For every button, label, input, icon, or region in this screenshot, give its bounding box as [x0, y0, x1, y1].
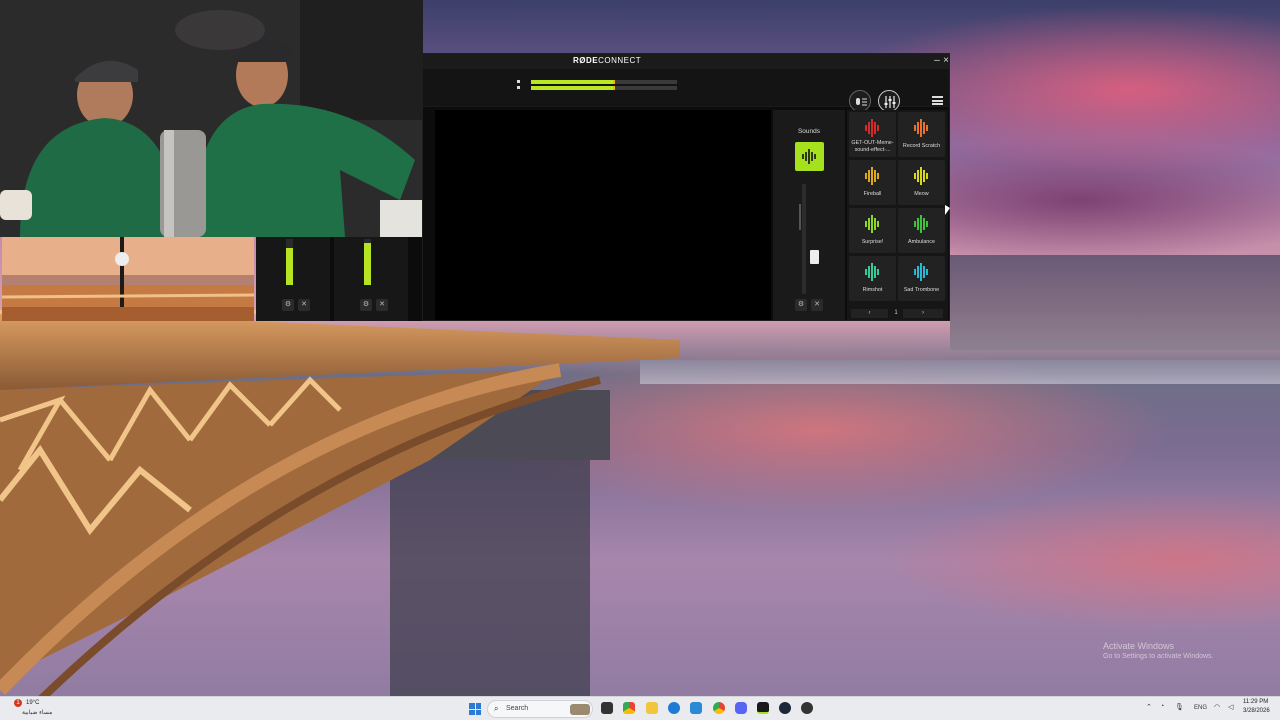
search-placeholder: Search [506, 705, 529, 712]
gear-icon: ⚙ [797, 301, 805, 308]
next-page-button[interactable]: › [903, 309, 943, 318]
waveform-icon [914, 119, 928, 137]
channel-strip-2: ⚙ ✕ [334, 237, 408, 321]
app-icon[interactable] [690, 702, 702, 714]
channel-strip-1: ⚙ ✕ [256, 237, 330, 321]
discord-icon[interactable] [735, 702, 747, 714]
rode-main-area: Sounds ⚙ ✕ GET-OUT-Meme-sound-effect-...… [423, 108, 951, 322]
sound-pad-label: Rimshot [862, 287, 883, 293]
sound-pad-label: GET-OUT-Meme-sound-effect-... [851, 140, 894, 153]
waveform-icon [802, 149, 816, 164]
waveform-icon [865, 263, 879, 281]
sound-pad-label: Ambulance [908, 239, 935, 245]
sound-pad-2[interactable]: Record Scratch [898, 112, 945, 157]
edge-icon[interactable] [668, 702, 680, 714]
sound-pad-label: Fireball [863, 191, 882, 197]
video-preview-thumbnail [2, 237, 254, 321]
channel-1-level-meter [286, 239, 293, 285]
rode-connect-window: RØDECONNECT – × Sounds ⚙ ✕ GET-OUT-Meme-… [422, 53, 950, 321]
wifi-icon[interactable]: ◠ [1214, 703, 1220, 711]
sound-pad-label: Meow [914, 191, 929, 197]
microphone-tray-icon[interactable]: 🎙 [1175, 703, 1184, 711]
watermark-title: Activate Windows [1103, 641, 1175, 651]
weather-alert-badge: 1 [14, 699, 22, 707]
taskbar: 1 19°C مساء ضبابية ⌕ Search ⌃ ◔ 🎙 ENG ◠ … [0, 696, 1280, 720]
fader-handle[interactable] [810, 250, 819, 264]
toolbar [423, 69, 949, 112]
channel-2-settings-button[interactable]: ⚙ [360, 299, 372, 311]
obs-icon[interactable] [801, 702, 813, 714]
channel-area [435, 110, 771, 320]
wallpaper-bridge [0, 310, 680, 700]
waveform-icon [865, 167, 879, 185]
start-button[interactable] [469, 703, 481, 715]
language-indicator[interactable]: ENG [1194, 705, 1207, 711]
file-explorer-icon[interactable] [646, 702, 658, 714]
chevron-up-icon[interactable]: ⌃ [1146, 703, 1152, 711]
page-number: 1 [894, 310, 898, 316]
gear-icon: ⚙ [362, 301, 370, 308]
volume-icon[interactable]: ◁ [1228, 703, 1233, 711]
channel-2-mute-button[interactable]: ✕ [376, 299, 388, 311]
activate-windows-watermark: Activate Windows Go to Settings to activ… [1103, 641, 1214, 660]
channel-1-mute-button[interactable]: ✕ [298, 299, 310, 311]
taskbar-search[interactable]: ⌕ Search [487, 700, 593, 718]
chrome-icon[interactable] [623, 702, 635, 714]
webcam-video-frame [0, 0, 423, 237]
weather-temperature[interactable]: 19°C [26, 700, 39, 706]
channel-1-settings-button[interactable]: ⚙ [282, 299, 294, 311]
search-icon: ⌕ [494, 704, 499, 713]
sound-pad-8[interactable]: Sad Trombone [898, 256, 945, 301]
app-logo: RØDECONNECT [573, 56, 642, 65]
channel-2-level-meter [364, 239, 371, 285]
sound-pager: ‹ 1 › [847, 309, 948, 319]
close-button[interactable]: × [940, 54, 952, 68]
waveform-icon [865, 119, 879, 137]
task-view-icon[interactable] [601, 702, 613, 714]
sound-pad-label: Record Scratch [902, 143, 941, 149]
sound-pad-1[interactable]: GET-OUT-Meme-sound-effect-... [849, 112, 896, 157]
wallpaper-cityscape [950, 255, 1280, 350]
gear-icon: ⚙ [284, 301, 292, 308]
sound-pad-5[interactable]: Surprise! [849, 208, 896, 253]
chrome-profile-icon[interactable] [713, 702, 725, 714]
sound-pad-grid: GET-OUT-Meme-sound-effect-... Record Scr… [847, 110, 948, 320]
waveform-icon [914, 263, 928, 281]
tray-app-icon[interactable]: ◔ [1160, 703, 1164, 710]
window-titlebar: RØDECONNECT – × [423, 54, 949, 69]
sound-pad-4[interactable]: Meow [898, 160, 945, 205]
sounds-title: Sounds [797, 128, 821, 135]
preview-scene [2, 237, 254, 321]
menu-icon[interactable] [932, 96, 943, 105]
sound-pad-3[interactable]: Fireball [849, 160, 896, 205]
search-highlight-image [570, 704, 590, 715]
sounds-channel: Sounds ⚙ ✕ [773, 110, 845, 320]
rode-connect-icon[interactable] [757, 702, 769, 714]
speaker-mute-icon: ✕ [814, 301, 820, 308]
sounds-volume-fader[interactable] [802, 184, 806, 294]
webcam-overlay [0, 0, 423, 237]
steam-icon[interactable] [779, 702, 791, 714]
prev-page-button[interactable]: ‹ [851, 309, 888, 318]
sounds-toggle-button[interactable] [795, 142, 824, 171]
sound-pad-label: Surprise! [861, 239, 884, 245]
mouse-cursor [945, 205, 950, 215]
sound-pad-label: Sad Trombone [903, 287, 940, 293]
sound-pad-6[interactable]: Ambulance [898, 208, 945, 253]
sounds-settings-button[interactable]: ⚙ [795, 299, 807, 311]
waveform-icon [914, 215, 928, 233]
wallpaper-riverbank [640, 360, 1280, 384]
mixer-channels: ⚙ ✕ ⚙ ✕ [256, 237, 430, 321]
speaker-mute-icon: ✕ [379, 301, 385, 308]
weather-description[interactable]: مساء ضبابية [22, 709, 52, 716]
sound-pad-7[interactable]: Rimshot [849, 256, 896, 301]
sounds-mute-button[interactable]: ✕ [811, 299, 823, 311]
waveform-icon [914, 167, 928, 185]
clock-time[interactable]: 11:29 PM [1243, 699, 1268, 705]
waveform-icon [865, 215, 879, 233]
clock-date[interactable]: 3/28/2026 [1243, 708, 1270, 714]
speaker-mute-icon: ✕ [301, 301, 307, 308]
watermark-subtitle: Go to Settings to activate Windows. [1103, 653, 1214, 660]
